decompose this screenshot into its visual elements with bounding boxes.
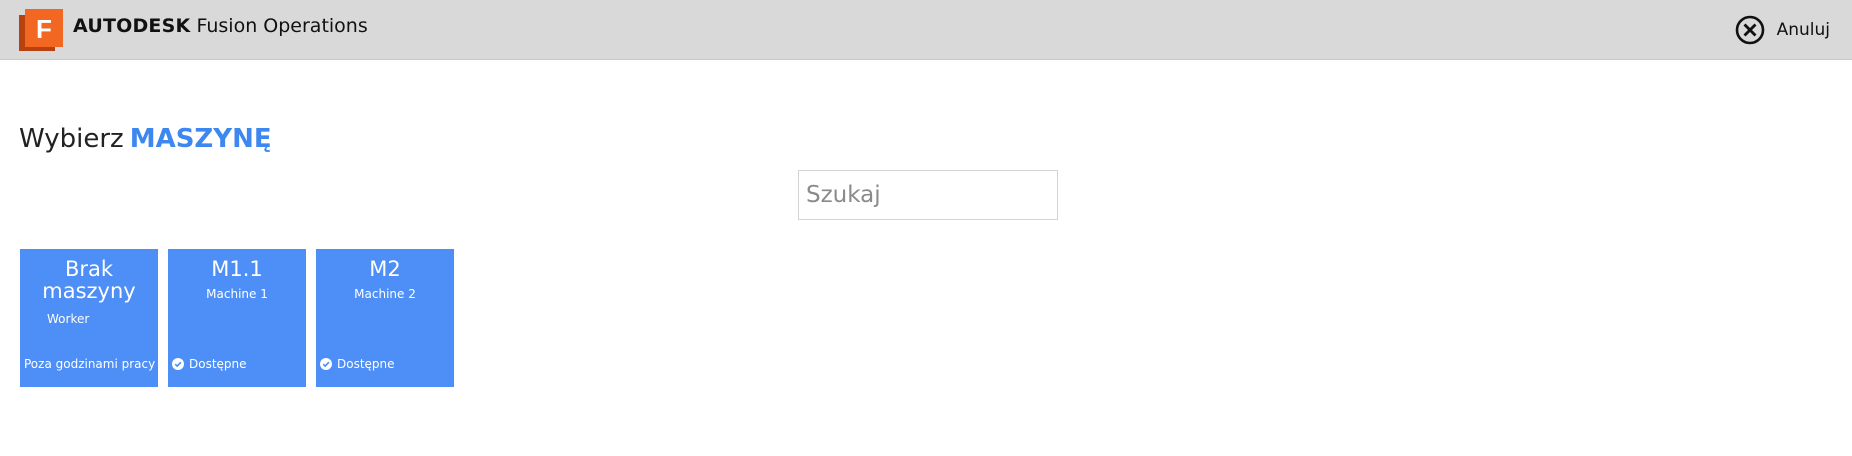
- fusion-logo-icon: F: [19, 9, 63, 51]
- brand-product: Fusion Operations: [196, 15, 368, 37]
- logo-letter: F: [36, 14, 52, 44]
- page-title-prefix: Wybierz: [19, 124, 124, 154]
- cancel-button[interactable]: Anuluj: [1735, 14, 1830, 46]
- brand-autodesk: AUTODESK: [73, 15, 191, 37]
- app-title: AUTODESK Fusion Operations: [73, 15, 368, 37]
- machine-tile-m1-1[interactable]: M1.1 Machine 1 Dostępne: [168, 249, 306, 387]
- check-circle-icon: [172, 358, 184, 370]
- machine-status-label: Dostępne: [337, 357, 395, 371]
- check-circle-icon: [320, 358, 332, 370]
- machine-status: Poza godzinami pracy: [24, 357, 155, 371]
- search-input[interactable]: [798, 170, 1058, 220]
- close-circle-icon: [1735, 15, 1764, 45]
- machine-subtitle: Worker: [47, 312, 90, 326]
- machine-status: Dostępne: [320, 357, 395, 371]
- machine-title-line2: maszyny: [42, 279, 136, 303]
- machine-status-label: Dostępne: [189, 357, 247, 371]
- machine-title: Brak maszyny: [20, 258, 158, 302]
- machine-status: Dostępne: [172, 357, 247, 371]
- page-title-accent: MASZYNĘ: [129, 124, 272, 154]
- machine-tile-none[interactable]: Brak maszyny Worker Poza godzinami pracy: [20, 249, 158, 387]
- machine-status-label: Poza godzinami pracy: [24, 357, 156, 371]
- machine-subtitle: Machine 2: [354, 287, 416, 301]
- machine-subtitle: Machine 1: [206, 287, 268, 301]
- top-bar: F AUTODESK Fusion Operations Anuluj: [0, 0, 1852, 60]
- machine-title: M1.1: [211, 257, 263, 281]
- cancel-label: Anuluj: [1776, 20, 1830, 40]
- machine-title-line1: Brak: [64, 257, 114, 281]
- machine-title: M2: [369, 257, 401, 281]
- machine-list: Brak maszyny Worker Poza godzinami pracy…: [20, 249, 454, 387]
- page-title: Wybierz MASZYNĘ: [19, 124, 272, 154]
- machine-tile-m2[interactable]: M2 Machine 2 Dostępne: [316, 249, 454, 387]
